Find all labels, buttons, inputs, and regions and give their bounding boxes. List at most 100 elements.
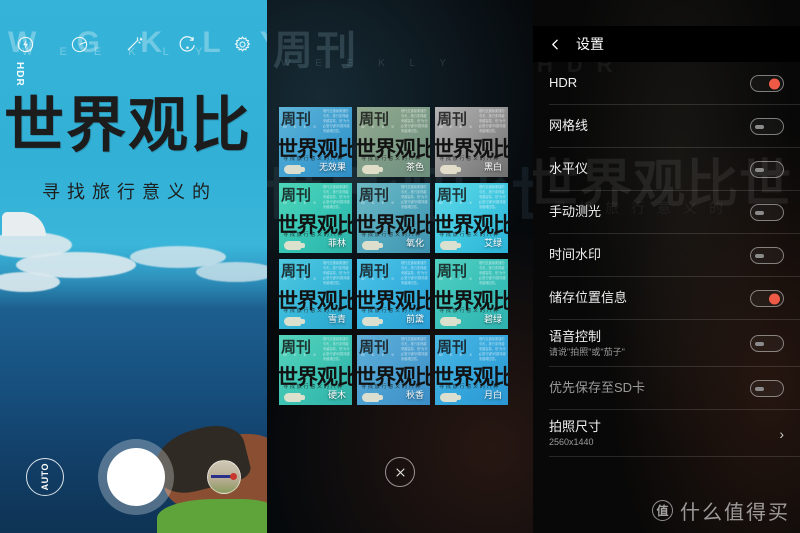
- settings-toggle[interactable]: [750, 335, 784, 352]
- beauty-wand-icon[interactable]: [123, 33, 145, 55]
- settings-toggle[interactable]: [750, 247, 784, 264]
- settings-row[interactable]: 网格线: [533, 105, 800, 148]
- filter-cell[interactable]: 周刊 W E E K L Y 现代交通最便捷的今天，旅行变得越来越容易，但“为什么旅…: [279, 335, 352, 405]
- filter-name-label: 艾绿: [483, 238, 502, 248]
- settings-toggle[interactable]: [750, 118, 784, 135]
- filter-ghost-subtitle: W E E K L Y: [281, 58, 458, 69]
- filter-preview-bodytext: 现代交通最便捷的今天，旅行变得越来越容易，但“为什么旅行”的问题却越来越难回答。: [323, 109, 350, 133]
- settings-row-label: 储存位置信息: [549, 290, 628, 306]
- settings-row-labels: 储存位置信息: [549, 290, 628, 306]
- settings-toggle[interactable]: [750, 75, 784, 92]
- filter-preview-bodytext: 现代交通最便捷的今天，旅行变得越来越容易，但“为什么旅行”的问题却越来越难回答。: [401, 109, 428, 133]
- filter-cell[interactable]: 周刊 W E E K L Y 现代交通最便捷的今天，旅行变得越来越容易，但“为什么旅…: [357, 107, 430, 177]
- settings-row-label: 水平仪: [549, 161, 589, 177]
- toggle-knob: [755, 210, 764, 215]
- settings-row-labels: 水平仪: [549, 161, 589, 177]
- settings-row[interactable]: 时间水印: [533, 234, 800, 277]
- settings-row-sublabel: 请说"拍照"或"茄子": [549, 346, 625, 357]
- close-icon[interactable]: [385, 457, 415, 487]
- filter-cell[interactable]: 周刊 W E E K L Y 现代交通最便捷的今天，旅行变得越来越容易，但“为什么旅…: [357, 335, 430, 405]
- camera-viewfinder-panel: W G K L Y W E E K L Y 世界观比 寻找旅行意义的: [0, 0, 267, 533]
- filter-cell[interactable]: 周刊 W E E K L Y 现代交通最便捷的今天，旅行变得越来越容易，但“为什么旅…: [435, 183, 508, 253]
- toggle-knob: [769, 293, 780, 304]
- filter-name-label: 黑白: [483, 162, 502, 172]
- settings-row-labels: 手动测光: [549, 204, 601, 220]
- settings-row-label: 优先保存至SD卡: [549, 380, 646, 396]
- hand-icon: [284, 317, 305, 326]
- filter-preview-bodytext: 现代交通最便捷的今天，旅行变得越来越容易，但“为什么旅行”的问题却越来越难回答。: [401, 337, 428, 361]
- filter-cell[interactable]: 周刊 W E E K L Y 现代交通最便捷的今天，旅行变得越来越容易，但“为什么旅…: [279, 107, 352, 177]
- chevron-right-icon[interactable]: ›: [779, 427, 784, 441]
- filter-name-label: 前黛: [405, 314, 424, 324]
- poster-title: 世界观比: [4, 91, 252, 161]
- filter-preview-bodytext: 现代交通最便捷的今天，旅行变得越来越容易，但“为什么旅行”的问题却越来越难回答。: [479, 109, 506, 133]
- filter-preview-bodytext: 现代交通最便捷的今天，旅行变得越来越容易，但“为什么旅行”的问题却越来越难回答。: [479, 185, 506, 209]
- toggle-knob: [755, 341, 764, 346]
- cloud-shape: [196, 262, 267, 282]
- settings-toggle[interactable]: [750, 290, 784, 307]
- settings-row[interactable]: 语音控制 请说"拍照"或"茄子": [533, 320, 800, 367]
- settings-header: 设置: [533, 26, 800, 62]
- settings-row-labels: 优先保存至SD卡: [549, 380, 646, 396]
- settings-row[interactable]: HDR: [533, 62, 800, 105]
- filter-grid: 周刊 W E E K L Y 现代交通最便捷的今天，旅行变得越来越容易，但“为什么旅…: [279, 107, 508, 405]
- settings-gear-icon[interactable]: [231, 33, 253, 55]
- settings-toggle[interactable]: [750, 204, 784, 221]
- filter-cell[interactable]: 周刊 W E E K L Y 现代交通最便捷的今天，旅行变得越来越容易，但“为什么旅…: [279, 183, 352, 253]
- poster-subtitle: 寻找旅行意义的: [42, 182, 217, 203]
- page-title: 设置: [576, 36, 604, 52]
- shutter-button[interactable]: [106, 448, 165, 506]
- settings-row[interactable]: 优先保存至SD卡: [533, 367, 800, 410]
- filter-cell[interactable]: 周刊 W E E K L Y 现代交通最便捷的今天，旅行变得越来越容易，但“为什么旅…: [435, 259, 508, 329]
- hand-icon: [440, 393, 461, 402]
- settings-toggle[interactable]: [750, 380, 784, 397]
- filter-name-label: 秋香: [405, 390, 424, 400]
- settings-row-labels: 拍照尺寸 2560x1440: [549, 419, 601, 447]
- filter-name-label: 菲林: [327, 238, 346, 248]
- filter-name-label: 碧绿: [483, 314, 502, 324]
- settings-row-label: 时间水印: [549, 247, 602, 263]
- auto-mode-button[interactable]: AUTO: [26, 458, 64, 496]
- settings-toggle[interactable]: [750, 161, 784, 178]
- toggle-knob: [755, 253, 764, 258]
- settings-row[interactable]: 拍照尺寸 2560x1440 ›: [533, 410, 800, 457]
- filter-preview-bodytext: 现代交通最便捷的今天，旅行变得越来越容易，但“为什么旅行”的问题却越来越难回答。: [401, 185, 428, 209]
- camera-settings-panel: HDR 世界观比世 寻找旅行意义的 设置 HDR 网格线 水平仪 手动测光 时间水印 储存…: [533, 0, 800, 533]
- hand-icon: [284, 165, 305, 174]
- hdr-badge: HDR: [14, 62, 25, 87]
- hand-icon: [440, 317, 461, 326]
- filter-name-label: 氧化: [405, 238, 424, 248]
- flash-icon[interactable]: [14, 33, 36, 55]
- settings-row[interactable]: 储存位置信息: [533, 277, 800, 320]
- auto-mode-label: AUTO: [40, 463, 50, 491]
- settings-row-label: 网格线: [549, 118, 589, 134]
- filter-icon[interactable]: [68, 33, 90, 55]
- settings-row-label: HDR: [549, 75, 578, 91]
- back-button[interactable]: [549, 38, 562, 51]
- cloud-shape: [0, 272, 60, 292]
- switch-camera-icon[interactable]: [177, 33, 199, 55]
- gallery-thumbnail[interactable]: [207, 460, 241, 494]
- settings-row-labels: 时间水印: [549, 247, 602, 263]
- settings-row-labels: 网格线: [549, 118, 589, 134]
- filter-cell[interactable]: 周刊 W E E K L Y 现代交通最便捷的今天，旅行变得越来越容易，但“为什么旅…: [435, 107, 508, 177]
- filter-name-label: 无效果: [318, 162, 346, 172]
- filter-preview-bodytext: 现代交通最便捷的今天，旅行变得越来越容易，但“为什么旅行”的问题却越来越难回答。: [401, 261, 428, 285]
- watermark-badge-icon: 值: [652, 500, 673, 521]
- toggle-knob: [755, 167, 764, 172]
- camera-top-toolbar: [0, 26, 267, 62]
- hand-icon: [284, 393, 305, 402]
- filter-cell[interactable]: 周刊 W E E K L Y 现代交通最便捷的今天，旅行变得越来越容易，但“为什么旅…: [357, 183, 430, 253]
- filter-cell[interactable]: 周刊 W E E K L Y 现代交通最便捷的今天，旅行变得越来越容易，但“为什么旅…: [357, 259, 430, 329]
- filter-name-label: 雪青: [327, 314, 346, 324]
- settings-row[interactable]: 水平仪: [533, 148, 800, 191]
- filter-preview-bodytext: 现代交通最便捷的今天，旅行变得越来越容易，但“为什么旅行”的问题却越来越难回答。: [323, 261, 350, 285]
- filter-cell[interactable]: 周刊 W E E K L Y 现代交通最便捷的今天，旅行变得越来越容易，但“为什么旅…: [435, 335, 508, 405]
- paper-corner-shape: [2, 212, 46, 236]
- toggle-knob: [755, 386, 764, 391]
- settings-row[interactable]: 手动测光: [533, 191, 800, 234]
- hand-icon: [362, 241, 383, 250]
- filter-cell[interactable]: 周刊 W E E K L Y 现代交通最便捷的今天，旅行变得越来越容易，但“为什么旅…: [279, 259, 352, 329]
- settings-row-labels: 语音控制 请说"拍照"或"茄子": [549, 329, 625, 357]
- filter-preview-bodytext: 现代交通最便捷的今天，旅行变得越来越容易，但“为什么旅行”的问题却越来越难回答。: [323, 337, 350, 361]
